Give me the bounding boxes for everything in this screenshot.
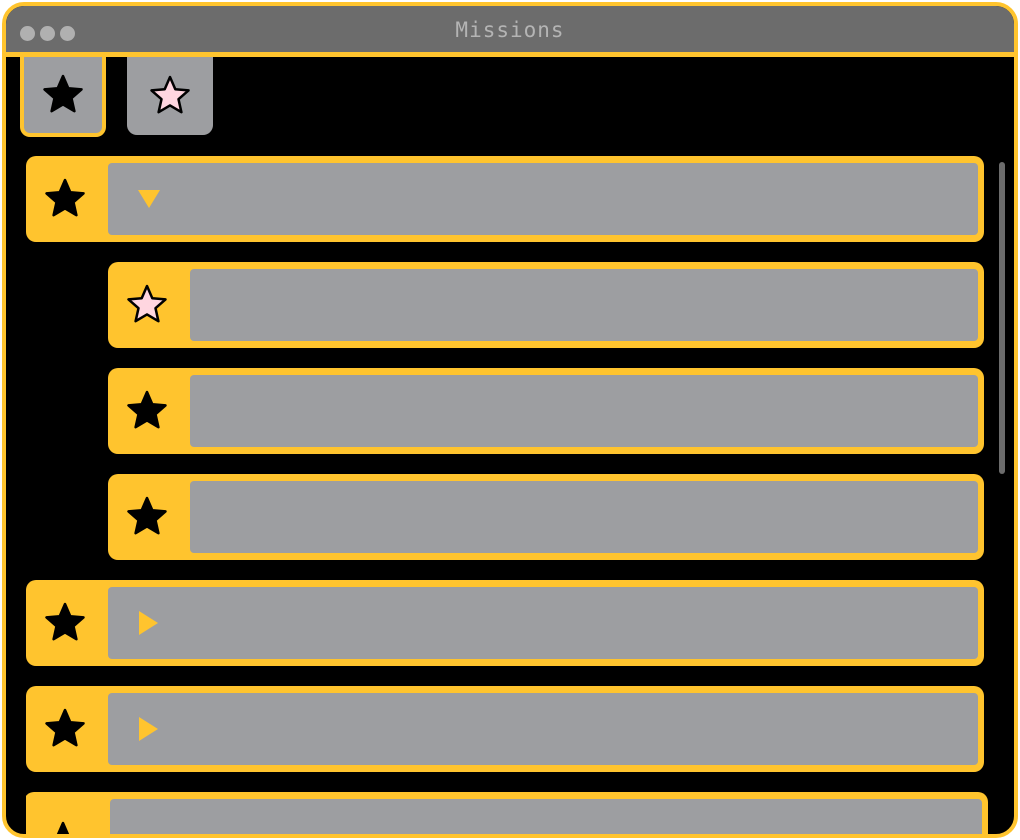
mission-row-4[interactable]: [26, 792, 988, 838]
caret-down-icon[interactable]: [138, 833, 164, 838]
mission-body[interactable]: [108, 163, 978, 235]
mission-row-3[interactable]: [26, 686, 984, 772]
window-title: Missions: [455, 18, 565, 42]
mission-icon: [108, 474, 186, 560]
tab-filled-star[interactable]: [20, 57, 106, 137]
scrollbar-thumb[interactable]: [999, 162, 1005, 474]
mission-body[interactable]: [190, 375, 978, 447]
mission-body[interactable]: [110, 799, 982, 838]
caret-down-icon[interactable]: [136, 187, 162, 211]
star-outline-pink-icon: [127, 284, 167, 323]
star-filled-icon: [43, 74, 83, 113]
mission-body[interactable]: [190, 481, 978, 553]
star-filled-icon: [45, 602, 85, 641]
mission-body[interactable]: [108, 587, 978, 659]
title-bar: Missions: [6, 6, 1014, 57]
missions-window: Missions: [2, 2, 1018, 838]
star-filled-icon: [45, 708, 85, 747]
caret-right-icon[interactable]: [136, 715, 160, 743]
star-filled-icon: [127, 496, 167, 535]
mission-icon: [108, 262, 186, 348]
caret-right-icon[interactable]: [136, 609, 160, 637]
mission-row-1-1[interactable]: [108, 262, 984, 348]
star-outline-pink-icon: [150, 75, 190, 114]
mission-body[interactable]: [190, 269, 978, 341]
mission-row-2[interactable]: [26, 580, 984, 666]
tab-pink-star[interactable]: [127, 57, 213, 135]
mission-row-1[interactable]: [26, 156, 984, 242]
mission-icon: [108, 368, 186, 454]
star-filled-icon: [45, 178, 85, 217]
star-filled-icon: [57, 822, 69, 834]
star-filled-icon: [127, 390, 167, 429]
mission-icon: [26, 792, 102, 834]
mission-list[interactable]: [26, 156, 990, 838]
mission-row-1-2[interactable]: [108, 368, 984, 454]
mission-row-1-3[interactable]: [108, 474, 984, 560]
mission-icon: [26, 686, 104, 772]
mission-icon: [26, 156, 104, 242]
mission-body[interactable]: [108, 693, 978, 765]
mission-icon: [26, 580, 104, 666]
